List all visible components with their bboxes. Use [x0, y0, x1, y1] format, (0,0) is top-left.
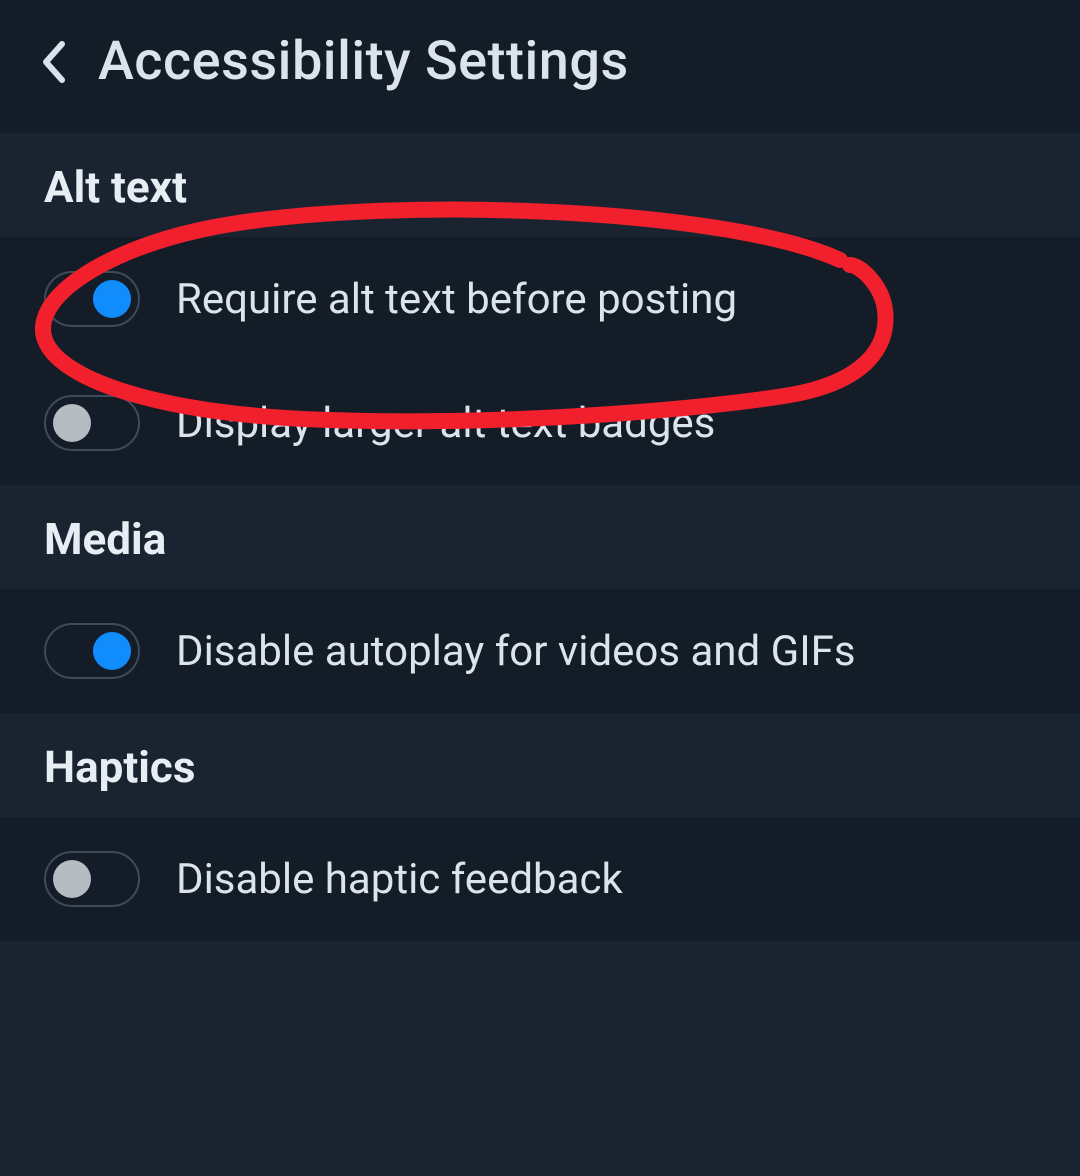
section-title-media: Media [44, 513, 1036, 565]
row-disable-autoplay[interactable]: Disable autoplay for videos and GIFs [0, 589, 1080, 713]
toggle-disable-autoplay[interactable] [44, 623, 140, 679]
label-disable-haptics: Disable haptic feedback [176, 855, 623, 904]
label-larger-alt-badges: Display larger alt text badges [176, 399, 715, 448]
row-disable-haptics[interactable]: Disable haptic feedback [0, 817, 1080, 941]
row-larger-alt-badges[interactable]: Display larger alt text badges [0, 361, 1080, 485]
bottom-spacer [0, 941, 1080, 1176]
section-title-alt-text: Alt text [44, 161, 1036, 213]
toggle-require-alt-text[interactable] [44, 271, 140, 327]
label-require-alt-text: Require alt text before posting [176, 275, 737, 324]
toggle-disable-haptics[interactable] [44, 851, 140, 907]
page-title: Accessibility Settings [98, 30, 629, 93]
toggle-knob [93, 280, 131, 318]
section-title-haptics: Haptics [44, 741, 1036, 793]
section-header-haptics: Haptics [0, 713, 1080, 817]
section-header-media: Media [0, 485, 1080, 589]
back-icon[interactable] [40, 40, 68, 84]
toggle-knob [93, 632, 131, 670]
toggle-knob [53, 860, 91, 898]
toggle-larger-alt-badges[interactable] [44, 395, 140, 451]
header-bar: Accessibility Settings [0, 0, 1080, 133]
label-disable-autoplay: Disable autoplay for videos and GIFs [176, 627, 856, 676]
row-require-alt-text[interactable]: Require alt text before posting [0, 237, 1080, 361]
toggle-knob [53, 404, 91, 442]
section-header-alt-text: Alt text [0, 133, 1080, 237]
